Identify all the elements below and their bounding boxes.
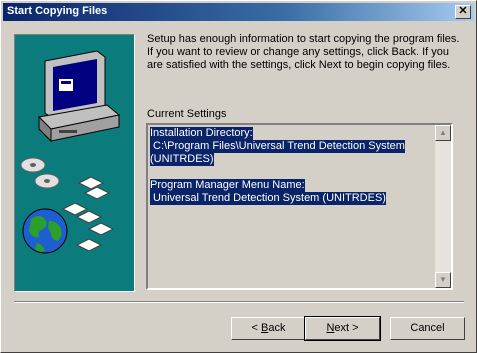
setup-dialog: Start Copying Files ✕ Setup has enough i… [0, 0, 477, 353]
settings-line: (UNITRDES) [150, 153, 214, 166]
intro-text: Setup has enough information to start co… [147, 33, 460, 71]
window-title: Start Copying Files [7, 5, 108, 17]
scroll-up-icon[interactable]: ▲ [435, 125, 451, 141]
current-settings-label: Current Settings [147, 108, 227, 120]
cd-icon [20, 157, 60, 189]
settings-line: Universal Trend Detection System (UNITRD… [150, 192, 386, 205]
close-button[interactable]: ✕ [455, 5, 471, 19]
title-bar[interactable]: Start Copying Files ✕ [3, 3, 474, 21]
globe-icon [22, 208, 68, 254]
next-button[interactable]: Next > [304, 316, 381, 341]
vertical-scrollbar[interactable]: ▲ ▼ [435, 125, 451, 288]
divider [14, 301, 464, 303]
setup-illustration [14, 34, 135, 292]
settings-line: Installation Directory: [150, 127, 253, 140]
settings-line: Program Manager Menu Name: [150, 179, 305, 192]
scroll-down-icon[interactable]: ▼ [435, 272, 451, 288]
back-button[interactable]: < Back [231, 317, 306, 340]
settings-line: C:\Program Files\Universal Trend Detecti… [150, 140, 405, 153]
cancel-button[interactable]: Cancel [390, 317, 465, 340]
current-settings-textbox[interactable]: Installation Directory: C:\Program Files… [146, 123, 453, 290]
computer-icon [37, 50, 121, 143]
floppy-disk-icon [61, 176, 115, 252]
